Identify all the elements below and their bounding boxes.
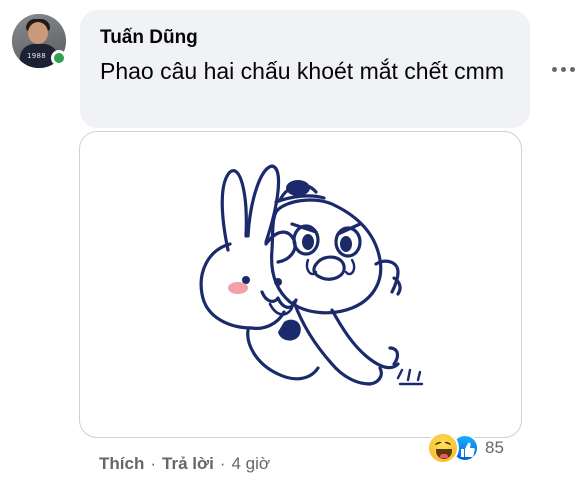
separator: · <box>150 454 157 473</box>
comment-bubble: Tuấn Dũng Phao câu hai chấu khoét mắt ch… <box>80 10 530 128</box>
online-status-dot <box>51 50 67 66</box>
sticker-rabbit-and-bean-icon <box>199 164 424 386</box>
separator: · <box>219 454 226 473</box>
reaction-summary[interactable]: 85 <box>427 431 504 465</box>
comment-timestamp[interactable]: 4 giờ <box>231 454 270 474</box>
reaction-count: 85 <box>485 438 504 457</box>
sticker-attachment[interactable] <box>79 131 522 438</box>
reply-comment-link[interactable]: Trả lời <box>162 454 214 474</box>
avatar-shirt-text: 1988 <box>27 52 47 60</box>
comment-author[interactable]: Tuấn Dũng <box>100 26 510 50</box>
comment-actions: Thích · Trả lời · 4 giờ <box>99 454 270 474</box>
more-options-icon[interactable] <box>548 58 578 80</box>
comment-text: Phao câu hai chấu khoét mắt chết cmm <box>100 58 504 84</box>
haha-icon <box>427 432 459 464</box>
like-comment-link[interactable]: Thích <box>99 454 144 474</box>
